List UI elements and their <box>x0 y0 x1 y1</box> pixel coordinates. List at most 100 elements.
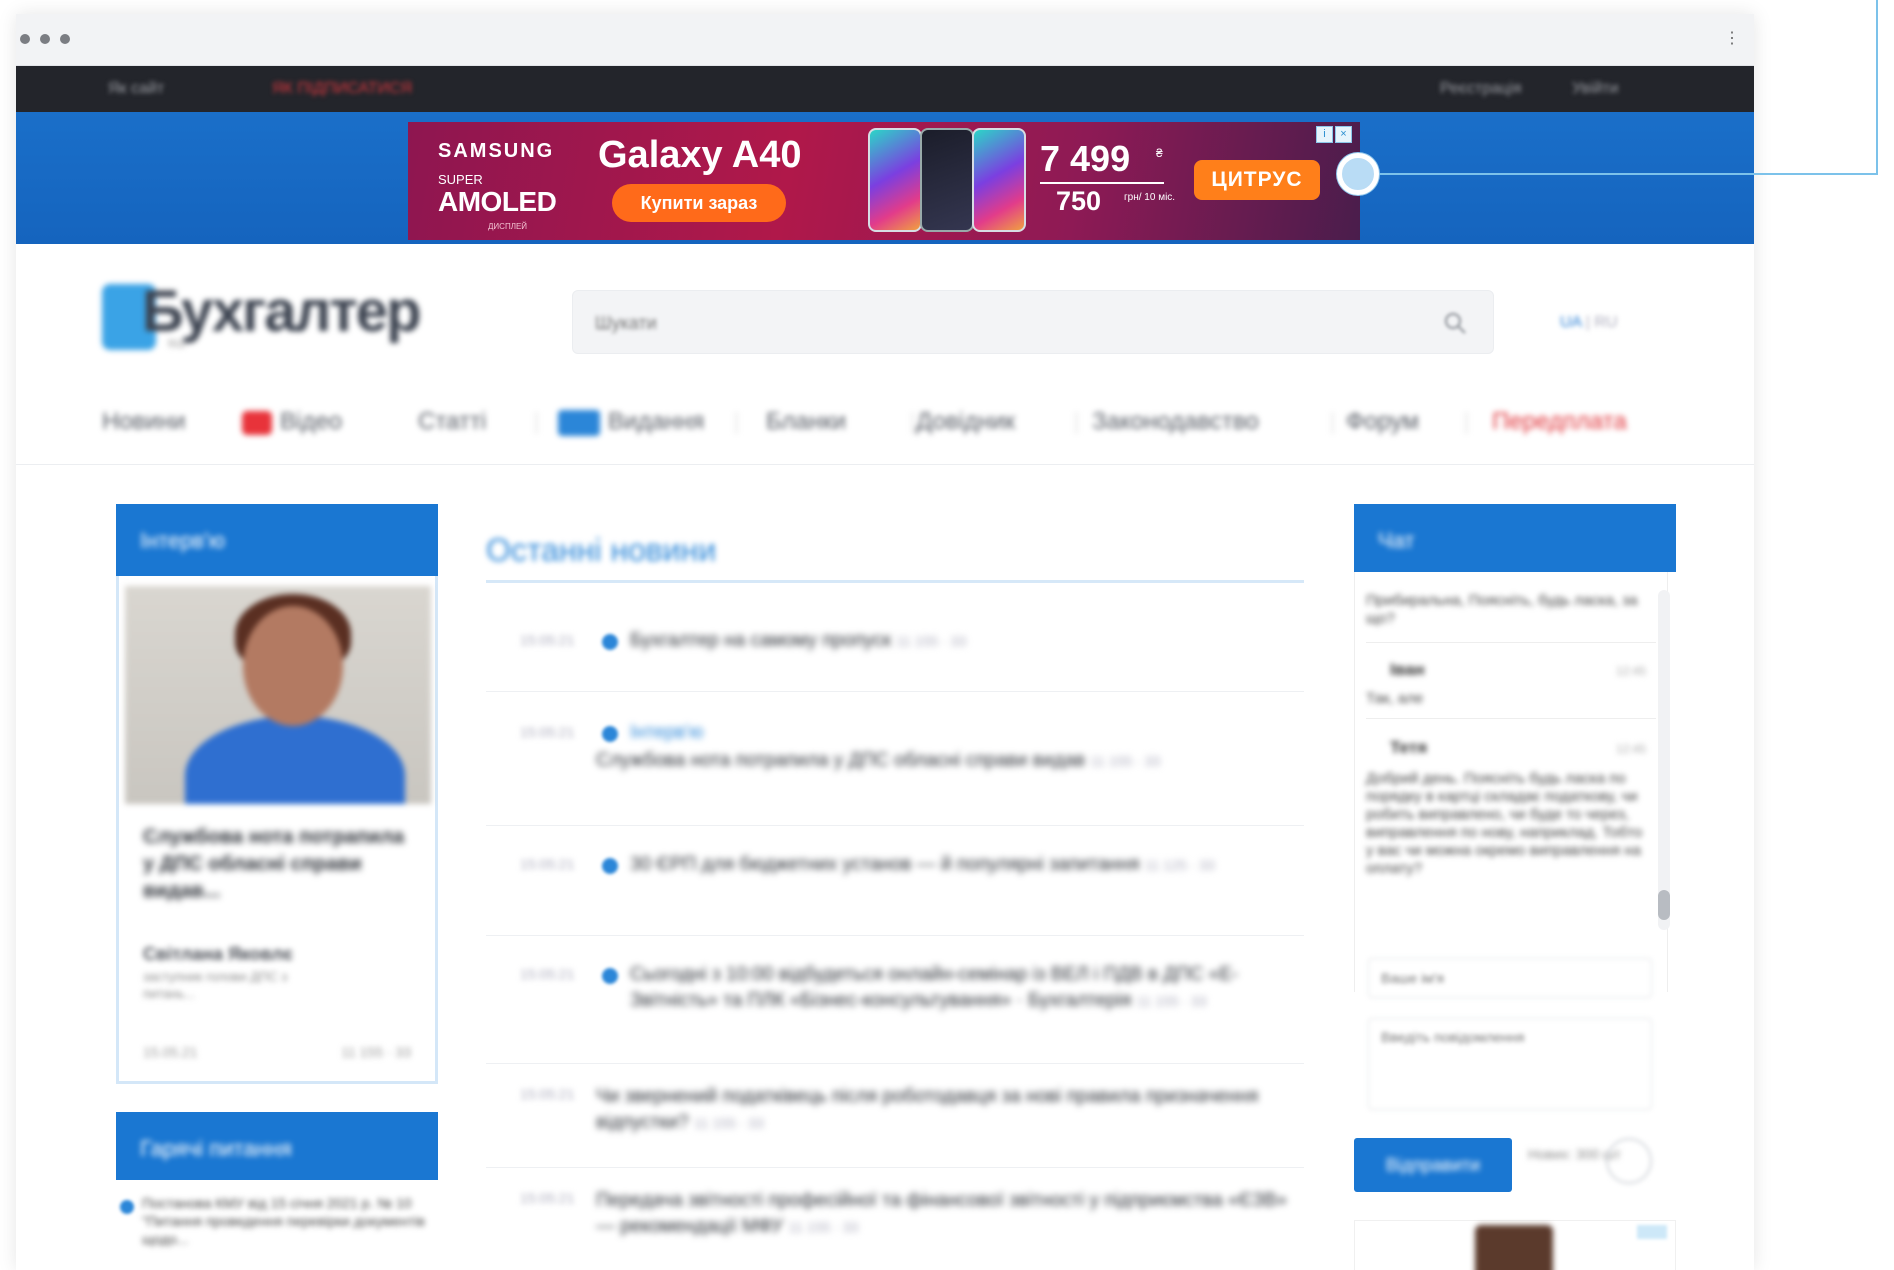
lang-ru[interactable]: RU <box>1594 314 1617 331</box>
topbar-link[interactable]: Як сайт <box>108 80 164 98</box>
news-text[interactable]: Передача звітності професійної та фінанс… <box>596 1188 1296 1240</box>
news-item[interactable]: 15:05:21 30 ЄРП для бюджетних установ — … <box>486 826 1304 936</box>
ad-buy-button[interactable]: Купити зараз <box>612 184 786 222</box>
logo-text: Бухгалтер <box>142 279 421 344</box>
ad-display-label: ДИСПЛЕЙ <box>488 222 528 231</box>
news-heading[interactable]: Останні новини <box>486 532 716 569</box>
ad-info-icon[interactable]: i <box>1316 126 1333 143</box>
news-meta: 11 155 · 33 <box>788 1219 859 1235</box>
ad-price: 7 499 <box>1040 138 1131 179</box>
news-heading-underline <box>486 580 1304 583</box>
ad-model: Galaxy A40 <box>598 134 802 176</box>
ad-banner-band: SAMSUNG SUPER AMOLED ДИСПЛЕЙ Galaxy A40 … <box>16 112 1754 244</box>
nav-divider <box>912 412 913 434</box>
ad-close-icon[interactable] <box>1637 1225 1667 1239</box>
chat-author: Іван <box>1390 660 1425 679</box>
news-meta: 11 125 · 33 <box>1144 857 1215 873</box>
chat-divider <box>1366 642 1656 643</box>
chat-message-text: Добрий день. Поясніть будь ласка по поря… <box>1366 770 1643 877</box>
ad-banner[interactable]: SAMSUNG SUPER AMOLED ДИСПЛЕЙ Galaxy A40 … <box>408 122 1360 240</box>
topbar-subscribe-link[interactable]: ЯК ПІДПИСАТИСЯ <box>272 80 412 98</box>
lang-ua[interactable]: UA <box>1560 314 1581 331</box>
news-title: Службова нота потрапила у ДПС обласні сп… <box>596 750 1086 771</box>
search-icon[interactable] <box>1443 311 1467 335</box>
chat-time: 12:45 <box>1616 664 1647 678</box>
chat-message-input[interactable] <box>1368 1018 1652 1110</box>
phone-image <box>920 128 974 232</box>
chat-message-text: Так, але <box>1366 690 1424 707</box>
phone-image <box>868 128 922 232</box>
ad-controls: i × <box>1314 124 1354 143</box>
header-divider <box>16 464 1754 465</box>
news-meta: 11 155 · 33 <box>693 1115 764 1131</box>
callout-line-vertical <box>1876 0 1878 175</box>
news-time: 15:05:21 <box>520 632 575 648</box>
topic-text[interactable]: Постанова КМУ від 15 січня 2021 р. № 10 … <box>142 1194 442 1248</box>
ad-super-label: SUPER <box>438 172 483 187</box>
interview-card[interactable]: Службова нота потрапила у ДПС обласні сп… <box>116 576 438 1084</box>
news-item[interactable]: 15:05:21 Бухгалтер на самому пропуск 11 … <box>486 610 1304 692</box>
window-dot-maximize[interactable] <box>60 34 70 44</box>
chat-scrollbar[interactable] <box>1658 590 1670 930</box>
chat-send-button[interactable]: Відправити <box>1354 1138 1512 1192</box>
nav-reference[interactable]: Довідник <box>916 408 1015 436</box>
sidebar-ad[interactable] <box>1354 1220 1676 1270</box>
register-link[interactable]: Реєстрація <box>1440 80 1522 98</box>
nav-issues[interactable]: Видання <box>558 408 704 436</box>
kebab-menu-icon[interactable]: ⋮ <box>1724 28 1740 50</box>
nav-divider <box>736 412 737 434</box>
nav-forms[interactable]: Бланки <box>766 408 846 436</box>
nav-news[interactable]: Новини <box>102 408 186 436</box>
nav-divider <box>1466 412 1467 434</box>
interview-date: 15.05.21 <box>143 1044 198 1060</box>
news-bullet <box>602 858 618 874</box>
emoji-icon[interactable] <box>1606 1138 1652 1184</box>
nav-legislation[interactable]: Законодавство <box>1092 408 1259 436</box>
news-text[interactable]: Бухгалтер на самому пропуск 11 155 · 33 <box>630 628 1230 654</box>
window-dot-minimize[interactable] <box>40 34 50 44</box>
chat-divider <box>1366 718 1656 719</box>
chat-name-input[interactable] <box>1368 958 1652 998</box>
browser-window: ⋮ Як сайт ЯК ПІДПИСАТИСЯ Реєстрація Увій… <box>16 14 1754 1270</box>
nav-video[interactable]: Відео <box>242 408 342 436</box>
chat-author: Тетя <box>1390 738 1428 757</box>
topics-heading: Гарячі питання <box>140 1136 292 1161</box>
top-bar: Як сайт ЯК ПІДПИСАТИСЯ Реєстрація Увійти <box>16 66 1754 112</box>
search-input[interactable] <box>595 311 1355 335</box>
logo-subtitle: 911 <box>168 338 186 350</box>
news-text[interactable]: Службова нота потрапила у ДПС обласні сп… <box>596 748 1216 774</box>
chat-send-label: Відправити <box>1385 1154 1481 1175</box>
news-item[interactable]: 15:05:21 Передача звітності професійної … <box>486 1168 1304 1270</box>
nav-forum[interactable]: Форум <box>1346 408 1419 436</box>
news-text[interactable]: Чи звернений податківець після роботодав… <box>596 1084 1296 1136</box>
video-icon <box>242 410 272 435</box>
interview-author: Світлана Яковлє <box>143 944 293 964</box>
nav-issues-label: Видання <box>608 408 705 435</box>
chat-scrollbar-thumb[interactable] <box>1658 890 1670 920</box>
ad-close-icon[interactable]: × <box>1335 126 1352 143</box>
nav-subscribe[interactable]: Передплата <box>1492 408 1627 436</box>
news-item[interactable]: 15:05:21 Чи звернений податківець після … <box>486 1064 1304 1168</box>
site-logo[interactable]: Бухгалтер 911 <box>102 272 421 350</box>
news-item[interactable]: 15:05:21 Інтерв'ю Службова нота потрапил… <box>486 692 1304 826</box>
ad-price-unit: ₴ <box>1156 146 1163 160</box>
news-tag[interactable]: Інтерв'ю <box>630 720 703 746</box>
topic-bullet <box>120 1200 134 1214</box>
chat-header[interactable]: Чат <box>1354 504 1676 572</box>
login-link[interactable]: Увійти <box>1572 80 1619 98</box>
topics-header[interactable]: Гарячі питання <box>116 1112 438 1180</box>
ad-divider <box>1040 182 1164 184</box>
nav-articles[interactable]: Статті <box>418 408 486 436</box>
interview-header[interactable]: Інтерв'ю <box>116 504 438 576</box>
ad-store-logo[interactable]: ЦИТРУС <box>1194 160 1320 200</box>
news-text[interactable]: 30 ЄРП для бюджетних установ — й популяр… <box>630 852 1270 878</box>
news-meta: 11 155 · 33 <box>1136 993 1207 1009</box>
news-item[interactable]: 15:05:21 Сьогодні з 10:00 відбудеться он… <box>486 936 1304 1064</box>
interview-title[interactable]: Службова нота потрапила у ДПС обласні сп… <box>143 824 413 905</box>
interview-photo[interactable] <box>125 586 431 804</box>
interview-heading: Інтерв'ю <box>140 528 225 553</box>
window-dot-close[interactable] <box>20 34 30 44</box>
news-title: 30 ЄРП для бюджетних установ — й популяр… <box>630 854 1140 875</box>
interview-author-role: заступник голови ДПС з питань... <box>143 969 288 1001</box>
news-text[interactable]: Сьогодні з 10:00 відбудеться онлайн-семі… <box>630 962 1290 1014</box>
